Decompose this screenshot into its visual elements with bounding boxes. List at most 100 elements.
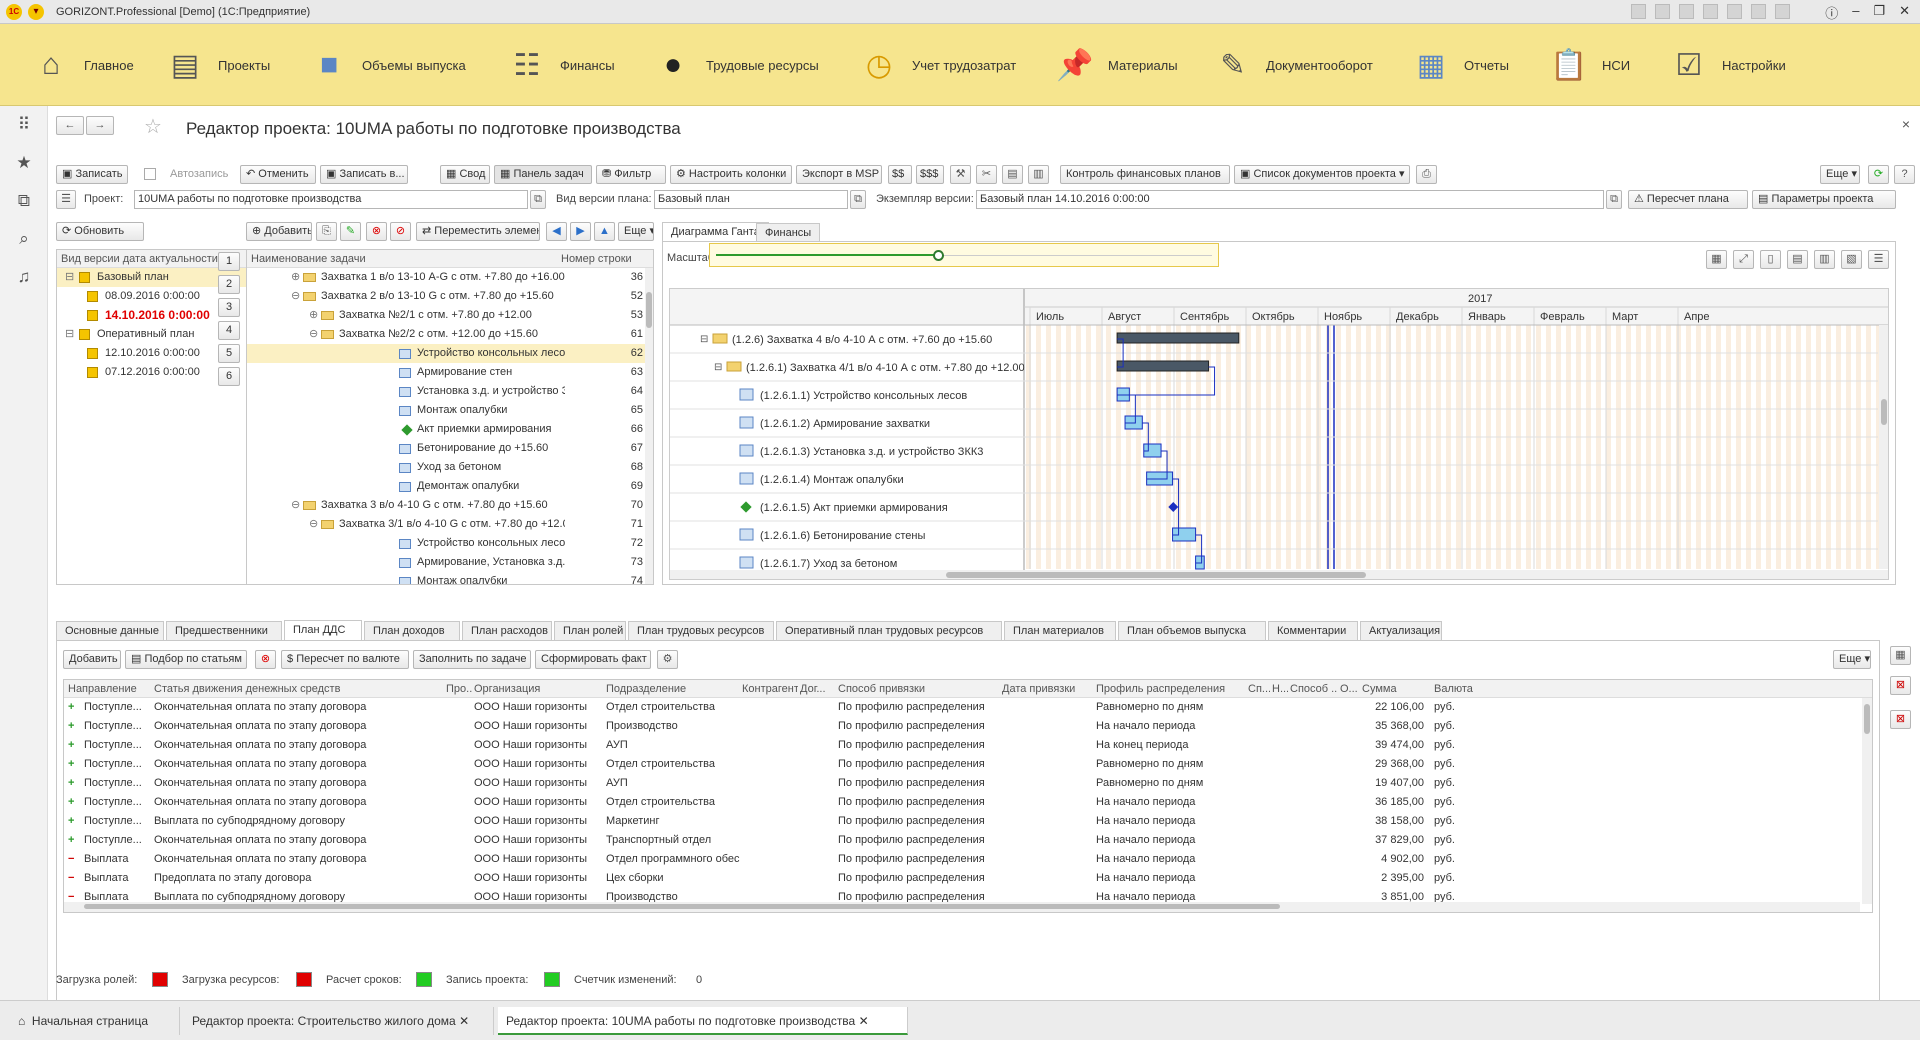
detail-tab[interactable]: План трудовых ресурсов [628,621,774,640]
collapse-icon[interactable]: ⊖ [291,287,300,306]
task-row[interactable]: Демонтаж опалубки 69 [247,477,653,496]
dollar2-button[interactable]: $$ [888,165,912,184]
menu-item-finance[interactable]: ☷ Финансы [504,24,615,106]
gantt-columns-icon[interactable]: ▥ [1814,250,1835,269]
mail-icon[interactable] [1727,4,1742,19]
dds-more-button[interactable]: Еще ▾ [1833,650,1871,669]
save-button[interactable]: ▣ Записать [56,165,128,184]
window-tab-home[interactable]: ⌂ Начальная страница [10,1007,180,1035]
plan-type-open-icon[interactable]: ⧉ [850,190,866,209]
detail-tab[interactable]: Актуализация [1360,621,1442,640]
menu-item-nsi[interactable]: 📋 НСИ [1546,24,1630,106]
dds-column-header[interactable]: О... [1340,683,1360,695]
dds-vscrollbar[interactable] [1862,698,1872,904]
dds-currency-button[interactable]: $ Пересчет по валюте [281,650,409,669]
dds-column-header[interactable]: Н... [1272,683,1288,695]
side-table-icon[interactable]: ▦ [1890,646,1911,665]
menu-item-time-tracking[interactable]: ◷ Учет трудозатрат [856,24,1016,106]
project-menu-icon[interactable]: ☰ [56,190,76,209]
task-row[interactable]: Устройство консольных лесов 72 [247,534,653,553]
tasks-scrollbar[interactable] [645,268,653,584]
close-tab-icon[interactable]: ✕ [859,1014,869,1028]
task-row[interactable]: Установка з.д. и устройство ЗКК3 64 [247,382,653,401]
recalc-plan-button[interactable]: ⚠ Пересчет плана [1628,190,1748,209]
notifications-bell-icon[interactable]: ♫ [0,258,48,296]
dds-column-header[interactable]: Профиль распределения [1096,683,1246,695]
dds-settings-icon[interactable]: ⚙ [657,650,678,669]
task-row[interactable]: Армирование стен 63 [247,363,653,382]
detail-tab[interactable]: Предшественники [166,621,282,640]
toolbar-calc-icon[interactable]: ▤ [1002,165,1023,184]
close-tab-icon[interactable]: ✕ [459,1014,469,1028]
favorite-star-icon[interactable]: ☆ [144,114,162,139]
task-panel-button[interactable]: ▦ Панель задач [494,165,592,184]
gantt-calendar-icon[interactable]: ▤ [1787,250,1808,269]
level-button-4[interactable]: 4 [218,321,240,340]
side-excel-icon[interactable]: ⊠ [1890,710,1911,729]
project-open-icon[interactable]: ⧉ [530,190,546,209]
forward-button[interactable]: → [86,116,114,135]
level-button-5[interactable]: 5 [218,344,240,363]
calc-icon[interactable] [1751,4,1766,19]
save-as-button[interactable]: ▣ Записать в... [320,165,408,184]
dds-row[interactable]: − Выплата Окончательная оплата по этапу до… [64,850,1872,869]
tab-finance[interactable]: Финансы [756,223,821,242]
delete-task-icon[interactable]: ⊗ [366,222,387,241]
level-button-3[interactable]: 3 [218,298,240,317]
collapse-icon[interactable]: ⊟ [65,268,74,287]
plan-type-field[interactable]: Базовый план [654,190,848,209]
clear-task-icon[interactable]: ⊘ [390,222,411,241]
filter-button[interactable]: ⛃ Фильтр [596,165,666,184]
dds-column-header[interactable]: Про... [446,683,472,695]
dds-delete-icon[interactable]: ⊗ [255,650,276,669]
dds-row[interactable]: + Поступле... Окончательная оплата по этап… [64,736,1872,755]
window-tab-building[interactable]: Редактор проекта: Строительство жилого д… [184,1007,494,1035]
svod-button[interactable]: ▦ Свод [440,165,490,184]
project-field[interactable]: 10UMA работы по подготовке производства [134,190,528,209]
toolbar-chart-icon[interactable]: ▥ [1028,165,1049,184]
dds-column-header[interactable]: Сумма [1362,683,1424,695]
tasks-more-button[interactable]: Еще ▾ [618,222,654,241]
detail-tab[interactable]: План ДДС [284,620,362,640]
search-icon[interactable]: ⌕ [0,220,48,258]
dds-form-fact-button[interactable]: Сформировать факт [535,650,651,669]
1c-logo-icon[interactable]: 1С [6,4,22,20]
expand-icon[interactable]: ⊕ [309,306,318,325]
export-msp-button[interactable]: Экспорт в MSP [796,165,882,184]
dds-column-header[interactable]: Способ привязки [838,683,998,695]
task-row[interactable]: ⊕ Захватка №2/1 с отм. +7.80 до +12.00 53 [247,306,653,325]
gantt-page-icon[interactable]: ▯ [1760,250,1781,269]
close-icon[interactable]: ✕ [1899,3,1910,22]
gantt-table-icon[interactable]: ▦ [1706,250,1727,269]
task-row[interactable]: Акт приемки армирования 66 [247,420,653,439]
dds-column-header[interactable]: Контрагент [742,683,798,695]
dds-column-header[interactable]: Валюта [1434,683,1494,695]
dds-add-button[interactable]: Добавить [63,650,121,669]
main-menu-icon[interactable]: ▾ [28,4,44,20]
dds-row[interactable]: + Поступле... Окончательная оплата по этап… [64,774,1872,793]
move-up-icon[interactable]: ▲ [594,222,615,241]
add-task-button[interactable]: ⊕ Добавить [246,222,312,241]
apps-grid-icon[interactable]: ⠿ [0,106,48,144]
menu-item-main[interactable]: ⌂ Главное [28,24,134,106]
expand-icon[interactable]: ⊕ [291,268,300,287]
history-icon[interactable]: ⧉ [0,182,48,220]
gantt-chart[interactable]: 2017 Июль Август Сентябрь Октябрь Ноябрь Декаб… [669,288,1889,580]
close-form-icon[interactable]: × [1902,116,1910,132]
collapse-icon[interactable]: ⊖ [291,496,300,515]
window-tab-current[interactable]: Редактор проекта: 10UMA работы по подгот… [498,1007,908,1035]
task-row[interactable]: Устройство консольных лесов 62 [247,344,653,363]
task-row[interactable]: Армирование, Установка з.д. и устройство… [247,553,653,572]
help-icon[interactable]: ? [1894,165,1915,184]
toolbar-print-icon[interactable]: ⎙ [1416,165,1437,184]
dds-column-header[interactable]: Сп... [1248,683,1270,695]
project-params-button[interactable]: ▤ Параметры проекта [1752,190,1896,209]
dds-column-header[interactable]: Подразделение [606,683,740,695]
task-row[interactable]: ⊖ Захватка 3 в/о 4-10 G с отм. +7.80 до +… [247,496,653,515]
dds-row[interactable]: + Поступле... Окончательная оплата по этап… [64,698,1872,717]
minimize-icon[interactable]: – [1852,3,1859,22]
task-row[interactable]: Монтаж опалубки 65 [247,401,653,420]
cancel-button[interactable]: ↶ Отменить [240,165,316,184]
gantt-chart-icon[interactable]: ▧ [1841,250,1862,269]
info-icon[interactable]: ⓘ [1825,3,1838,22]
